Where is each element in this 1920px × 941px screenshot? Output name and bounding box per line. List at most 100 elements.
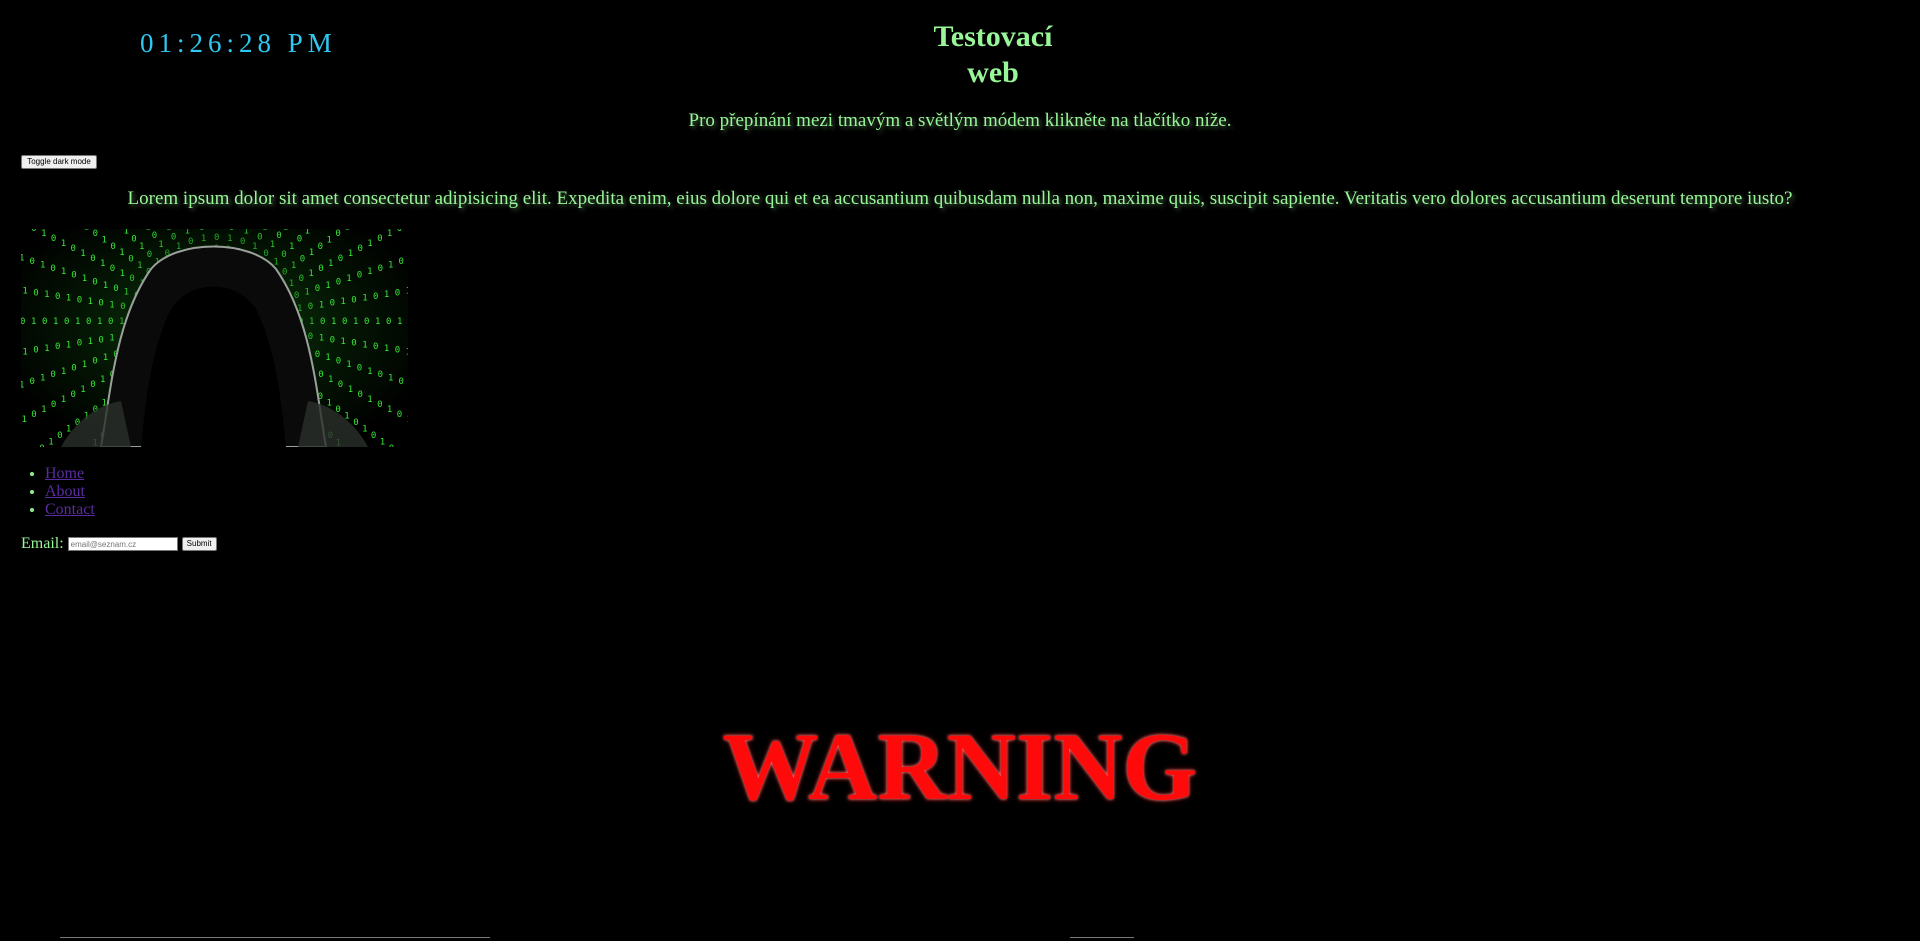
svg-text:1: 1 [388,374,393,384]
svg-text:1: 1 [289,242,294,252]
svg-text:1: 1 [289,279,294,289]
svg-text:0: 0 [330,299,335,309]
svg-text:0: 0 [21,317,25,327]
svg-text:1: 1 [40,374,45,384]
svg-text:1: 1 [22,287,27,297]
svg-text:1: 1 [328,259,333,269]
svg-text:1: 1 [327,235,332,245]
svg-text:1: 1 [407,415,409,425]
svg-text:1: 1 [319,334,324,344]
svg-text:0: 0 [50,264,55,274]
svg-text:0: 0 [297,234,302,244]
svg-text:0: 0 [263,249,268,259]
svg-text:1: 1 [82,274,87,284]
svg-text:1: 1 [103,281,108,291]
svg-text:0: 0 [31,229,36,234]
svg-text:1: 1 [384,344,389,354]
submit-button[interactable]: Submit [181,537,217,551]
svg-text:0: 0 [71,390,76,400]
toggle-dark-mode-button[interactable]: Toggle dark mode [21,155,97,169]
svg-text:0: 0 [308,302,313,312]
svg-text:1: 1 [119,248,124,258]
svg-text:0: 0 [257,232,262,242]
svg-text:0: 0 [318,370,323,380]
svg-text:1: 1 [120,269,125,279]
svg-text:0: 0 [395,288,400,298]
svg-text:0: 0 [98,299,103,309]
nav-link-home[interactable]: Home [45,465,84,482]
svg-text:0: 0 [188,237,193,247]
svg-text:1: 1 [82,360,87,370]
svg-text:1: 1 [375,317,380,327]
svg-text:1: 1 [201,234,206,244]
svg-text:1: 1 [353,317,358,327]
svg-text:1: 1 [406,287,408,297]
svg-text:0: 0 [30,377,35,387]
svg-text:0: 0 [364,317,369,327]
svg-text:1: 1 [102,235,107,245]
svg-text:0: 0 [152,231,157,241]
email-input[interactable] [67,537,178,551]
svg-text:1: 1 [380,438,385,448]
lorem-paragraph: Lorem ipsum dolor sit amet consectetur a… [127,188,1793,209]
svg-text:0: 0 [294,291,299,301]
svg-text:1: 1 [48,438,53,448]
svg-text:0: 0 [55,292,60,302]
svg-text:0: 0 [378,264,383,274]
svg-text:1: 1 [309,248,314,258]
svg-text:0: 0 [93,229,98,239]
page-title: Testovací web [933,20,1053,89]
svg-text:0: 0 [357,363,362,373]
svg-text:0: 0 [308,332,313,342]
svg-text:0: 0 [120,302,125,312]
svg-text:1: 1 [137,261,142,271]
svg-text:1: 1 [97,317,102,327]
svg-text:0: 0 [358,390,363,400]
svg-text:0: 0 [55,342,60,352]
bottom-divider-left [60,937,490,938]
svg-text:1: 1 [319,300,324,310]
svg-text:1: 1 [124,288,129,298]
svg-text:1: 1 [61,395,66,405]
svg-text:0: 0 [129,274,134,284]
hacker-hero-image: 0101010101010101010101010101010101010101… [21,229,408,447]
svg-text:0: 0 [64,317,69,327]
svg-text:1: 1 [325,281,330,291]
svg-text:1: 1 [367,239,372,249]
svg-text:0: 0 [300,255,305,265]
svg-text:1: 1 [348,385,353,395]
email-form: Email: Submit [21,535,217,553]
svg-text:0: 0 [90,380,95,390]
svg-text:0: 0 [338,380,343,390]
svg-text:0: 0 [39,444,44,447]
svg-text:0: 0 [57,431,62,441]
svg-text:1: 1 [124,229,129,237]
page: 01:26:28 PM Testovací web Pro přepínání … [0,0,1920,941]
svg-text:0: 0 [397,229,402,234]
svg-text:1: 1 [88,337,93,347]
svg-text:0: 0 [330,335,335,345]
svg-text:1: 1 [397,317,402,327]
svg-text:0: 0 [33,346,38,356]
svg-text:1: 1 [100,259,105,269]
svg-text:1: 1 [166,229,171,233]
nav-list: Home About Contact [21,465,95,519]
svg-text:1: 1 [325,353,330,363]
svg-text:0: 0 [395,346,400,356]
svg-text:1: 1 [21,254,24,264]
svg-text:1: 1 [305,229,310,237]
svg-text:1: 1 [346,360,351,370]
svg-text:1: 1 [362,294,367,304]
svg-text:0: 0 [33,288,38,298]
svg-text:0: 0 [42,317,47,327]
svg-text:0: 0 [351,295,356,305]
svg-text:1: 1 [41,229,46,239]
svg-text:0: 0 [71,244,76,254]
nav-item-contact: Contact [45,501,95,519]
svg-text:0: 0 [86,317,91,327]
nav-link-contact[interactable]: Contact [45,501,95,518]
svg-text:0: 0 [373,292,378,302]
svg-text:1: 1 [328,375,333,385]
nav-link-about[interactable]: About [45,483,85,500]
svg-text:1: 1 [61,267,66,277]
